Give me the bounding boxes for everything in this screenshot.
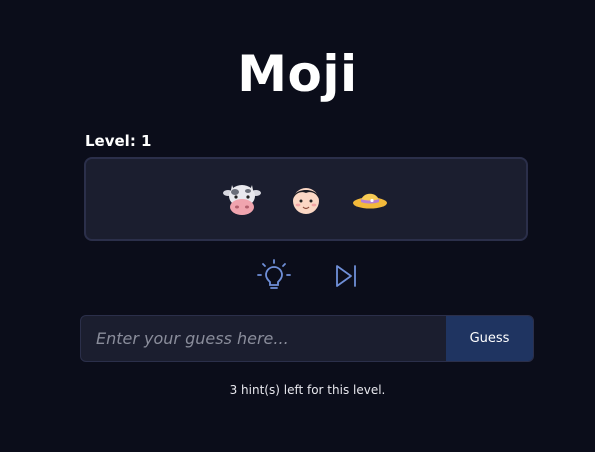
lightbulb-icon: [255, 257, 293, 299]
skip-button[interactable]: [326, 258, 366, 298]
skip-forward-icon: [332, 262, 360, 294]
level-label: Level: 1: [85, 132, 152, 150]
app-title: Moji: [237, 45, 358, 103]
guess-input[interactable]: [81, 316, 446, 361]
straw-hat-emoji: [350, 179, 390, 219]
guess-button[interactable]: Guess: [446, 316, 533, 361]
action-bar: [0, 258, 595, 298]
cow-face-emoji: [222, 179, 262, 219]
hint-button[interactable]: [254, 258, 294, 298]
boy-face-emoji: [286, 179, 326, 219]
emoji-puzzle-box: [84, 157, 528, 241]
guess-form: Guess: [80, 315, 534, 362]
app-container: Moji Level: 1 Enter your guess here... G…: [0, 0, 595, 452]
hints-remaining-text: 3 hint(s) left for this level.: [229, 383, 386, 397]
